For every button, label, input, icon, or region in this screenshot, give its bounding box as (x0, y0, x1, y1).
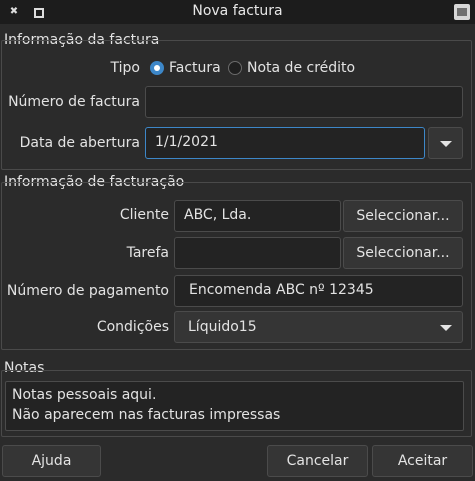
accept-button[interactable]: Aceitar (372, 445, 473, 477)
date-picker-button[interactable] (428, 127, 463, 159)
help-button[interactable]: Ajuda (2, 445, 101, 477)
chevron-down-icon (440, 325, 452, 331)
type-option-credit-label: Nota de crédito (247, 60, 356, 76)
open-date-field[interactable]: 1/1/2021 (145, 127, 425, 159)
cancel-button[interactable]: Cancelar (267, 445, 368, 477)
notes-line: Notas pessoais aqui. (12, 387, 157, 403)
chevron-down-icon (440, 141, 452, 147)
radio-selected-icon[interactable] (150, 61, 164, 75)
payment-number-field[interactable]: Encomenda ABC nº 12345 (174, 275, 463, 307)
task-field[interactable] (174, 237, 341, 269)
task-label: Tarefa (126, 245, 169, 261)
invoice-number-field[interactable] (145, 86, 463, 118)
title-bar: ✖ Nova factura (0, 0, 475, 24)
task-select-button[interactable]: Seleccionar... (343, 237, 463, 269)
invoice-number-label: Número de factura (8, 94, 140, 110)
client-select-button[interactable]: Seleccionar... (343, 200, 463, 232)
app-icon (454, 4, 470, 20)
terms-label: Condições (96, 319, 169, 335)
notes-textarea[interactable]: Notas pessoais aqui. Não aparecem nas fa… (5, 381, 464, 431)
terms-dropdown[interactable]: Líquido15 (174, 311, 463, 343)
terms-selected-value: Líquido15 (188, 319, 257, 335)
type-label: Tipo (110, 60, 140, 76)
type-option-invoice-label: Factura (169, 60, 221, 76)
client-label: Cliente (119, 207, 169, 223)
notes-line: Não aparecem nas facturas impressas (12, 407, 281, 423)
radio-unselected-icon[interactable] (228, 61, 242, 75)
client-field[interactable]: ABC, Lda. (174, 200, 341, 232)
window-title: Nova factura (192, 3, 283, 19)
open-date-label: Data de abertura (19, 135, 140, 151)
payment-number-label: Número de pagamento (6, 283, 169, 299)
